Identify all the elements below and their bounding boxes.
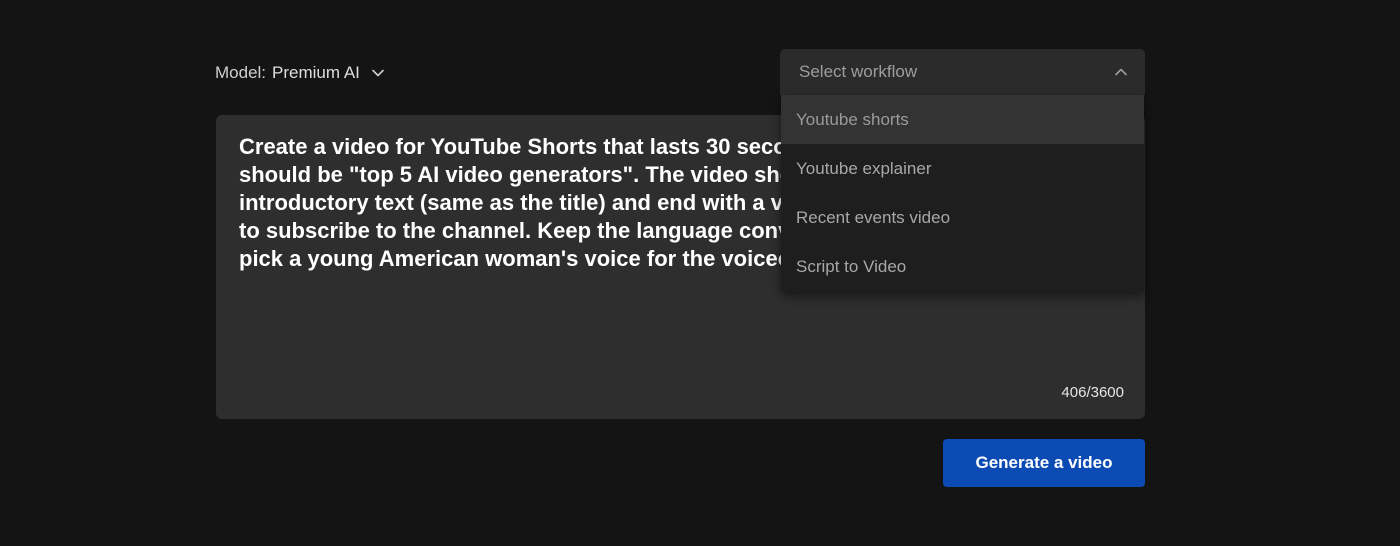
workflow-placeholder: Select workflow — [799, 62, 918, 81]
workflow-dropdown-menu: Youtube shorts Youtube explainer Recent … — [781, 95, 1144, 292]
model-name: Premium AI — [272, 63, 360, 82]
model-label: Model: — [215, 63, 267, 82]
character-counter: 406/3600 — [1061, 384, 1124, 401]
generate-video-button[interactable]: Generate a video — [943, 439, 1145, 487]
model-selector[interactable]: Model: Premium AI — [215, 60, 386, 86]
chevron-down-icon — [372, 69, 384, 77]
page: Model: Premium AI Create a video for You… — [0, 0, 1400, 546]
workflow-select[interactable]: Select workflow — [780, 49, 1145, 95]
workflow-option-youtube-explainer[interactable]: Youtube explainer — [781, 144, 1144, 193]
workflow-option-recent-events-video[interactable]: Recent events video — [781, 193, 1144, 242]
chevron-up-icon — [1115, 68, 1127, 76]
workflow-option-youtube-shorts[interactable]: Youtube shorts — [781, 95, 1144, 144]
workflow-option-script-to-video[interactable]: Script to Video — [781, 242, 1144, 291]
